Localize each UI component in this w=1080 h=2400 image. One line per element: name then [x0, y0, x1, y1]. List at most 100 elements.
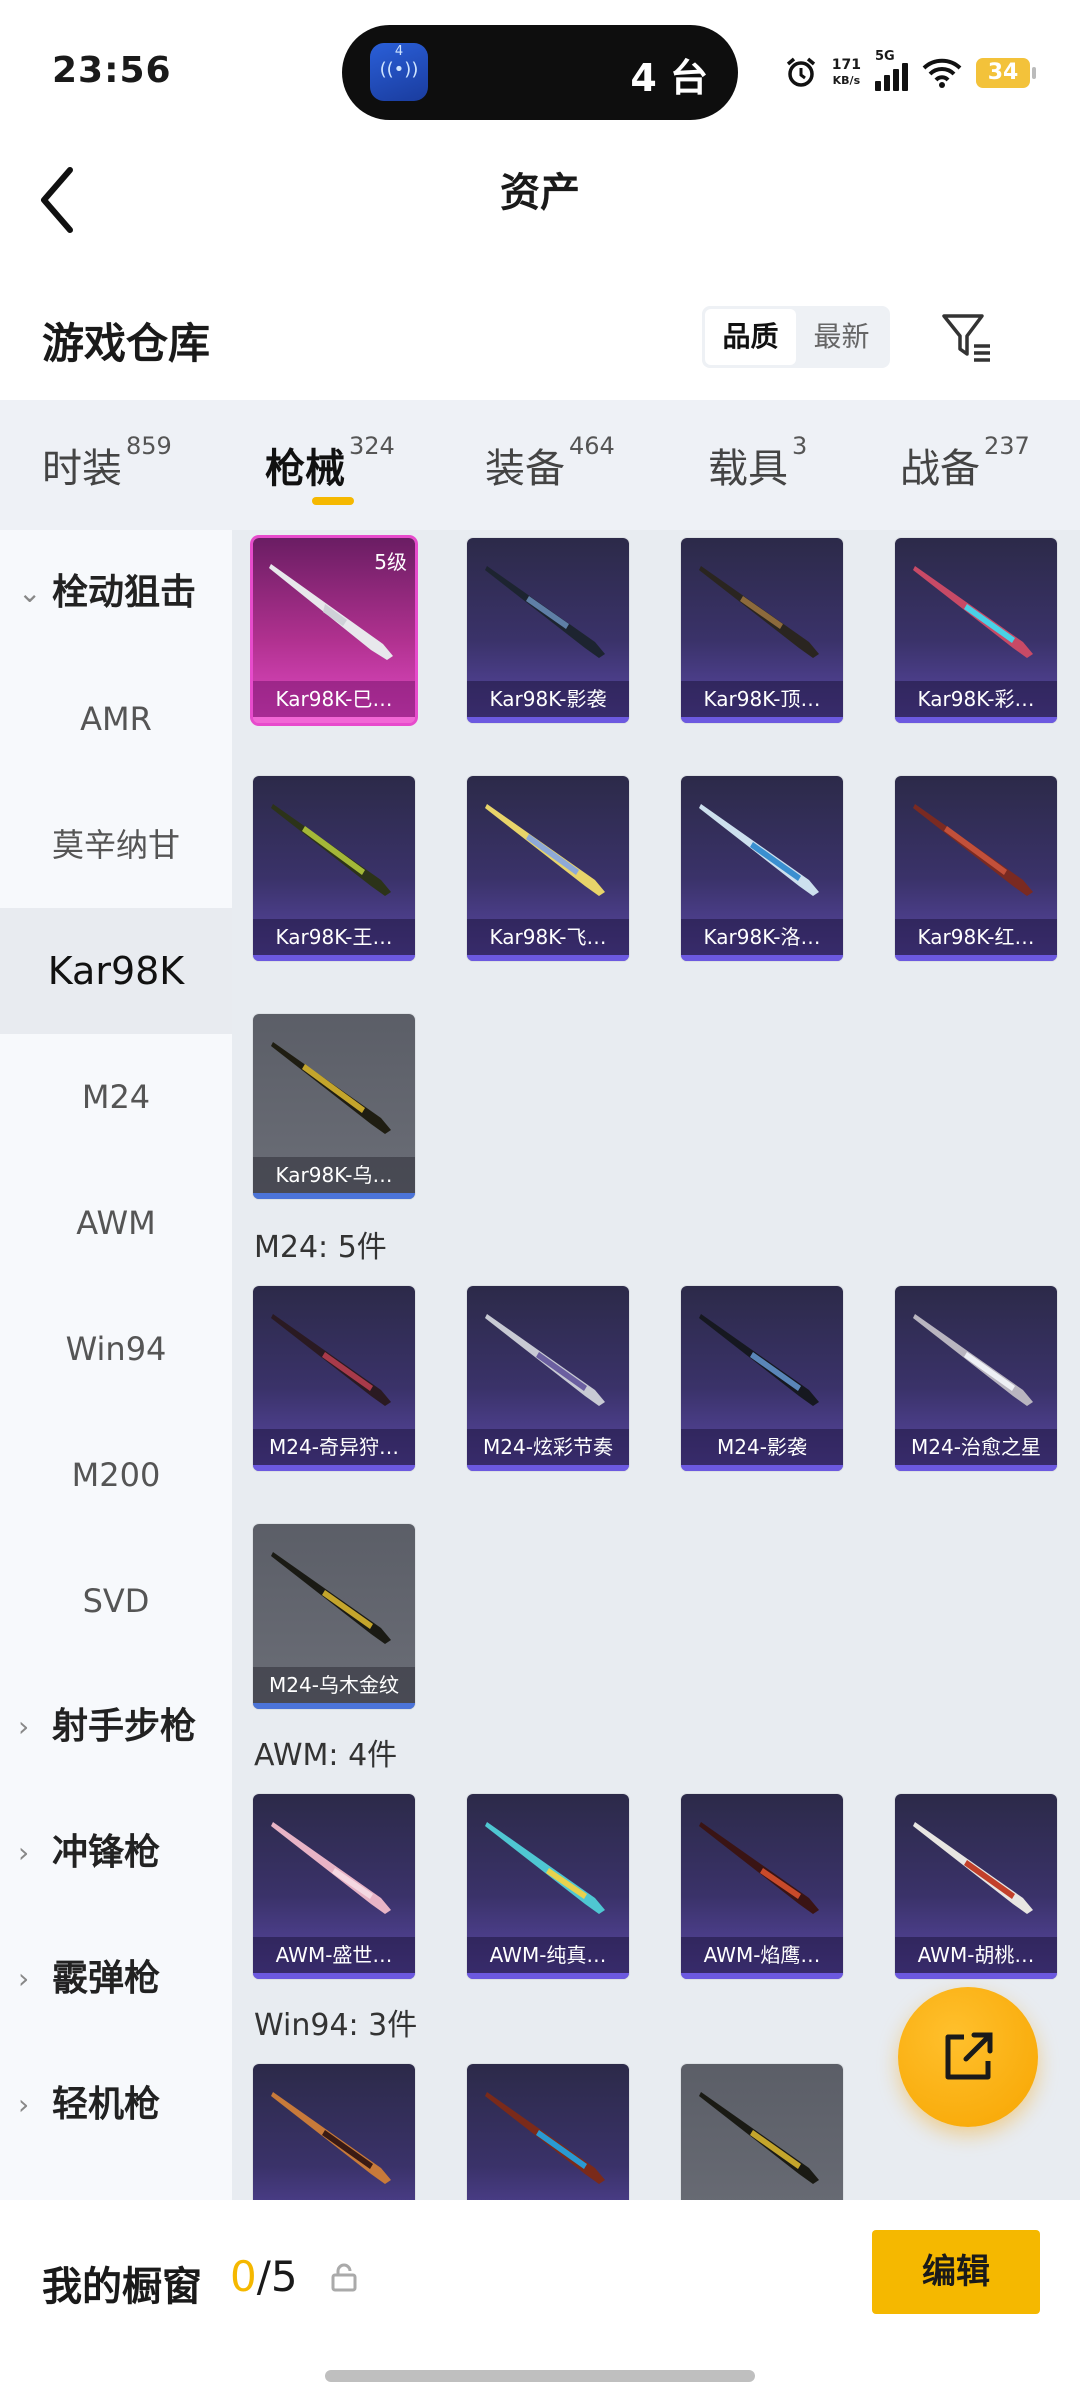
app-header: 资产	[0, 140, 1080, 270]
item-card[interactable]: Kar98K-彩…	[895, 538, 1057, 723]
item-card[interactable]: M24-炫彩节奏	[467, 1286, 629, 1471]
item-name: AWM-纯真…	[467, 1937, 629, 1973]
battery-indicator: 34	[976, 58, 1036, 88]
section-header-win94: Win94: 3件	[254, 2008, 418, 2043]
item-card[interactable]: Kar98K-顶…	[681, 538, 843, 723]
sidebar-group-marksman[interactable]: › 射手步枪	[0, 1664, 232, 1790]
rifle-icon	[485, 1314, 605, 1406]
rifle-icon	[485, 804, 605, 896]
rifle-icon	[271, 2092, 391, 2184]
rifle-icon	[699, 1314, 819, 1406]
sidebar-item-m200[interactable]: M200	[0, 1412, 232, 1538]
rifle-icon	[699, 566, 819, 658]
item-card[interactable]: Kar98K-乌…	[253, 1014, 415, 1199]
sidebar-item-svd[interactable]: SVD	[0, 1538, 232, 1664]
item-name: Kar98K-巳…	[253, 681, 415, 717]
filter-icon[interactable]	[940, 310, 994, 364]
page-title: 资产	[500, 170, 580, 216]
warehouse-title: 游戏仓库	[42, 319, 211, 368]
sidebar-group-smg[interactable]: › 冲锋枪	[0, 1790, 232, 1916]
rifle-icon	[271, 1042, 391, 1134]
item-name: Kar98K-洛…	[681, 919, 843, 955]
tab-firearms[interactable]: 枪械 324	[265, 432, 395, 494]
rifle-icon	[271, 1822, 391, 1914]
item-card[interactable]: Kar98K-王…	[253, 776, 415, 961]
item-card[interactable]: Kar98K-红…	[895, 776, 1057, 961]
category-tabs: 时装 859 枪械 324 装备 464 载具 3 战备 237	[0, 400, 1080, 530]
item-card[interactable]	[681, 2064, 843, 2200]
rifle-icon	[699, 1822, 819, 1914]
dynamic-island[interactable]: 4 ((•)) 4 台	[342, 25, 738, 120]
item-name: AWM-盛世…	[253, 1937, 415, 1973]
item-card[interactable]: M24-影袭	[681, 1286, 843, 1471]
wifi-icon	[922, 58, 962, 88]
item-card[interactable]: 5级 Kar98K-巳…	[253, 538, 415, 723]
item-name: Kar98K-飞…	[467, 919, 629, 955]
share-button[interactable]	[898, 1987, 1038, 2127]
lock-icon	[331, 2263, 357, 2292]
sort-quality-button[interactable]: 品质	[705, 309, 796, 365]
island-app-icon: 4 ((•))	[370, 43, 428, 101]
section-header-m24: M24: 5件	[254, 1230, 387, 1265]
sidebar-item-kar98k[interactable]: Kar98K	[0, 908, 232, 1034]
item-card[interactable]: AWM-焰鹰…	[681, 1794, 843, 1979]
sidebar-item-mosin[interactable]: 莫辛纳甘	[0, 782, 232, 908]
sidebar-item-awm[interactable]: AWM	[0, 1160, 232, 1286]
sidebar-group-shotgun[interactable]: › 霰弹枪	[0, 1916, 232, 2042]
home-indicator[interactable]	[325, 2370, 755, 2382]
item-name: Kar98K-红…	[895, 919, 1057, 955]
item-card[interactable]: M24-奇异狩…	[253, 1286, 415, 1471]
status-bar: 23:56 4 ((•)) 4 台 171 KB/s 5G 34	[0, 0, 1080, 140]
sidebar-item-amr[interactable]: AMR	[0, 656, 232, 782]
item-name: AWM-焰鹰…	[681, 1937, 843, 1973]
item-name: Kar98K-王…	[253, 919, 415, 955]
rifle-icon	[913, 804, 1033, 896]
chevron-right-icon: ›	[18, 1836, 30, 1869]
rifle-icon	[485, 2092, 605, 2184]
sidebar-item-win94[interactable]: Win94	[0, 1286, 232, 1412]
item-card[interactable]: M24-治愈之星	[895, 1286, 1057, 1471]
sort-newest-button[interactable]: 最新	[796, 309, 887, 365]
rifle-icon	[271, 1552, 391, 1644]
chevron-right-icon: ›	[18, 1962, 30, 1995]
sidebar-group-lmg[interactable]: › 轻机枪	[0, 2042, 232, 2168]
item-level: 5级	[374, 550, 407, 574]
signal-icon: 5G	[875, 49, 908, 91]
island-device-count: 4 台	[630, 56, 708, 100]
tab-vehicles[interactable]: 载具 3	[708, 432, 807, 494]
chevron-right-icon: ›	[18, 2088, 30, 2121]
warehouse-bar: 游戏仓库 品质 最新	[0, 270, 1080, 400]
sidebar-group-bolt-action[interactable]: ⌄ 栓动狙击	[0, 530, 232, 656]
item-card[interactable]: AWM-盛世…	[253, 1794, 415, 1979]
item-name: M24-治愈之星	[895, 1429, 1057, 1465]
tab-fashion[interactable]: 时装 859	[42, 432, 172, 494]
chevron-right-icon: ›	[18, 1710, 30, 1743]
rifle-icon	[913, 1822, 1033, 1914]
item-card[interactable]: AWM-纯真…	[467, 1794, 629, 1979]
item-card[interactable]: Kar98K-飞…	[467, 776, 629, 961]
status-time: 23:56	[52, 50, 172, 91]
rifle-icon	[699, 804, 819, 896]
share-external-icon	[945, 2032, 993, 2080]
sort-toggle: 品质 最新	[702, 306, 890, 368]
rifle-icon	[699, 2092, 819, 2184]
tab-tactical[interactable]: 战备 237	[900, 432, 1030, 494]
alarm-icon	[786, 57, 815, 87]
item-card[interactable]: AWM-胡桃…	[895, 1794, 1057, 1979]
item-card[interactable]	[467, 2064, 629, 2200]
item-card[interactable]: Kar98K-影袭	[467, 538, 629, 723]
tab-equipment[interactable]: 装备 464	[485, 432, 615, 494]
item-card[interactable]: Kar98K-洛…	[681, 776, 843, 961]
item-card[interactable]	[253, 2064, 415, 2200]
sidebar-item-m24[interactable]: M24	[0, 1034, 232, 1160]
rifle-icon	[271, 1314, 391, 1406]
active-tab-indicator	[312, 497, 354, 505]
item-name: M24-影袭	[681, 1429, 843, 1465]
edit-button[interactable]: 编辑	[872, 2230, 1040, 2314]
item-name: M24-奇异狩…	[253, 1429, 415, 1465]
network-speed: 171 KB/s	[831, 57, 861, 87]
rifle-icon	[913, 566, 1033, 658]
chevron-down-icon: ⌄	[18, 576, 42, 609]
showcase-label: 我的橱窗	[42, 2264, 202, 2310]
item-card[interactable]: M24-乌木金纹	[253, 1524, 415, 1709]
